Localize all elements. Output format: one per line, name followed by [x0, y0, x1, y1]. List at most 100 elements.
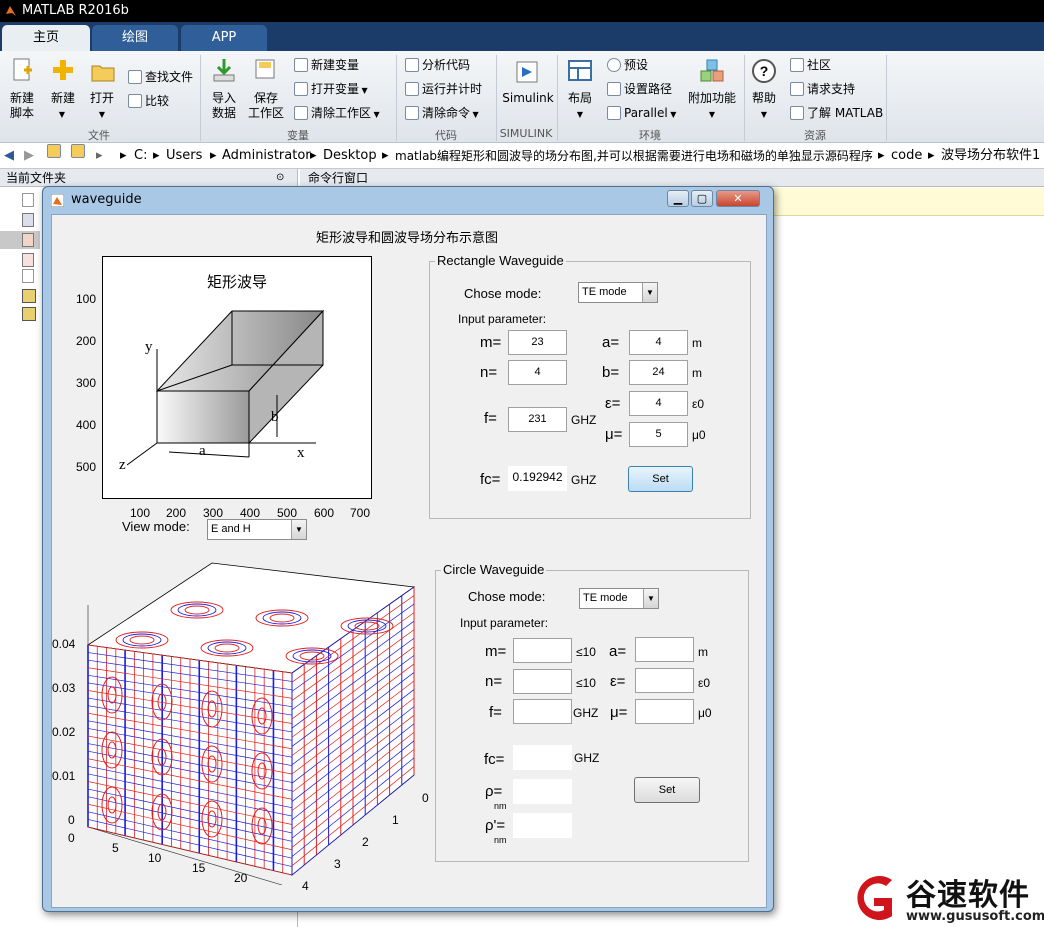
chevron-down-icon[interactable]: ▼ [643, 589, 658, 608]
clear-workspace-button[interactable]: 清除工作区 ▼ [294, 105, 380, 123]
forward-arrow-icon[interactable]: ▶ [24, 144, 34, 168]
file-icon[interactable] [22, 213, 34, 227]
circle-set-button[interactable]: Set [634, 777, 700, 803]
circle-a-input[interactable] [635, 637, 694, 662]
import-data-icon [213, 59, 235, 82]
breadcrumb-item[interactable]: Desktop [323, 144, 377, 168]
rect-eps-input[interactable]: 4 [629, 391, 688, 416]
rect-f-input[interactable]: 231 [508, 407, 567, 432]
open-dropdown-icon[interactable]: ▼ [95, 107, 109, 122]
add-ons-dropdown-icon[interactable]: ▼ [705, 107, 719, 122]
circle-chose-mode-label: Chose mode: [468, 589, 546, 604]
request-support-button[interactable]: 请求支持 [790, 81, 855, 97]
run-and-time-button[interactable]: 运行并计时 [405, 81, 482, 97]
plot3d-z-tick: 0 [68, 813, 75, 827]
support-icon [790, 82, 804, 96]
ribbon: 新建 脚本 新建 ▼ 打开 ▼ 查找文件 比较 文件 导入 数据 保存 工作区 … [0, 51, 1044, 143]
new-variable-button[interactable]: 新建变量 [294, 57, 359, 73]
new-button[interactable]: 新建 [46, 91, 80, 106]
help-button[interactable]: 帮助 [746, 91, 782, 106]
rect-b-input[interactable]: 24 [629, 360, 688, 385]
compare-button[interactable]: 比较 [128, 93, 169, 109]
chevron-down-icon[interactable]: ▼ [291, 520, 306, 539]
parallel-button[interactable]: Parallel ▼ [607, 105, 676, 123]
breadcrumb-sep-icon: ▸ [210, 148, 217, 163]
breadcrumb-item[interactable]: Users [166, 144, 202, 168]
circle-mu-input[interactable] [635, 699, 694, 724]
close-button[interactable]: ✕ [716, 190, 760, 207]
rect-diagram-y-label: y [145, 339, 153, 355]
circle-n-input[interactable] [513, 669, 572, 694]
figure-titlebar: waveguide ▁ ▢ ✕ [43, 187, 773, 213]
file-icon[interactable] [22, 233, 34, 247]
tab-home[interactable]: 主页 [2, 25, 90, 51]
group-separator [886, 55, 887, 141]
breadcrumb-item[interactable]: Administrator [222, 144, 311, 168]
help-dropdown-icon[interactable]: ▼ [757, 107, 771, 122]
address-bar[interactable]: ◀ ▶ ▸ ▸ C: ▸ Users ▸ Administrator ▸ Des… [0, 144, 1044, 169]
rect-mu-input[interactable]: 5 [629, 422, 688, 447]
selected-row[interactable] [0, 231, 40, 249]
rect-n-label: n= [480, 364, 498, 381]
rect-eps-unit: ε0 [692, 397, 705, 411]
set-path-button[interactable]: 设置路径 [607, 81, 672, 97]
breadcrumb-item[interactable]: matlab编程矩形和圆波导的场分布图,并可以根据需要进行电场和磁场的单独显示源… [395, 144, 873, 168]
analyze-code-button[interactable]: 分析代码 [405, 57, 470, 73]
parallel-icon [607, 106, 621, 120]
file-icon[interactable] [22, 253, 34, 267]
circle-fc-label: fc= [484, 751, 505, 768]
file-icon[interactable] [22, 193, 34, 207]
rect-mode-select[interactable]: TE mode ▼ [578, 282, 658, 303]
view-mode-select[interactable]: E and H ▼ [207, 519, 307, 540]
circle-f-input[interactable] [513, 699, 572, 724]
save-workspace-button[interactable]: 保存 工作区 [246, 91, 286, 121]
new-script-button[interactable]: 新建 脚本 [4, 91, 40, 121]
new-dropdown-icon[interactable]: ▼ [55, 107, 69, 122]
breadcrumb-item[interactable]: code [891, 144, 922, 168]
fig-file-icon[interactable] [22, 307, 36, 321]
rect-y-tick: 400 [76, 418, 97, 432]
panel-menu-icon[interactable]: ⊙ [276, 169, 284, 187]
back-arrow-icon[interactable]: ◀ [4, 144, 14, 168]
clear-commands-button[interactable]: 清除命令 ▼ [405, 105, 479, 123]
rect-m-input[interactable]: 23 [508, 330, 567, 355]
open-variable-button[interactable]: 打开变量 ▼ [294, 81, 368, 99]
minimize-button[interactable]: ▁ [667, 190, 689, 207]
find-files-button[interactable]: 查找文件 [128, 69, 193, 85]
rect-eps-label: ε= [605, 395, 621, 412]
circle-m-hint: ≤10 [576, 645, 596, 659]
learn-matlab-button[interactable]: 了解 MATLAB [790, 105, 883, 121]
circle-m-input[interactable] [513, 638, 572, 663]
import-data-button[interactable]: 导入 数据 [206, 91, 242, 121]
plot3d-x-tick: 20 [234, 871, 248, 885]
tab-apps[interactable]: APP [181, 25, 267, 51]
simulink-button[interactable]: Simulink [500, 91, 556, 106]
layout-button[interactable]: 布局 [562, 91, 598, 106]
breadcrumb-sep-icon: ▸ [382, 148, 389, 163]
add-ons-button[interactable]: 附加功能 [686, 91, 738, 106]
breadcrumb-item[interactable]: C: [134, 144, 147, 168]
circle-eps-label: ε= [610, 673, 626, 690]
rect-n-input[interactable]: 4 [508, 360, 567, 385]
tab-plots[interactable]: 绘图 [92, 25, 178, 51]
clear-workspace-icon [294, 106, 308, 120]
fig-file-icon[interactable] [22, 289, 36, 303]
community-button[interactable]: 社区 [790, 57, 831, 73]
rect-waveguide-diagram [126, 309, 325, 466]
new-variable-icon [294, 58, 308, 72]
circle-mode-select[interactable]: TE mode ▼ [579, 588, 659, 609]
rect-m-label: m= [480, 334, 502, 351]
layout-dropdown-icon[interactable]: ▼ [573, 107, 587, 122]
preferences-button[interactable]: 预设 [607, 57, 648, 73]
rect-a-input[interactable]: 4 [629, 330, 688, 355]
open-button[interactable]: 打开 [86, 91, 118, 106]
breadcrumb-item[interactable]: 波导场分布软件1 [941, 144, 1040, 168]
chevron-down-icon[interactable]: ▼ [642, 283, 657, 302]
app-title: MATLAB R2016b [22, 3, 129, 18]
rect-set-button[interactable]: Set [628, 466, 693, 492]
circle-eps-input[interactable] [635, 668, 694, 693]
circle-mu-unit: μ0 [698, 706, 712, 720]
rect-fc-unit: GHZ [571, 473, 597, 487]
maximize-button[interactable]: ▢ [691, 190, 713, 207]
file-icon[interactable] [22, 269, 34, 283]
